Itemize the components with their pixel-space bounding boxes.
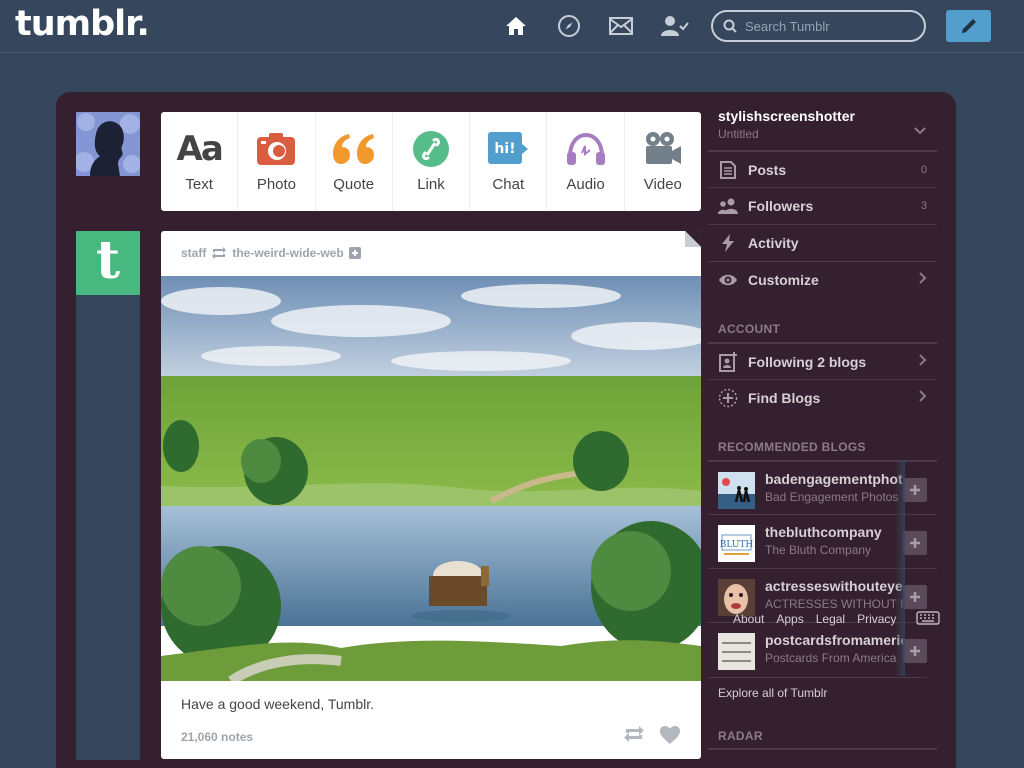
tumblr-logo[interactable]: tumblr. [15, 4, 150, 44]
chevron-right-icon [919, 353, 927, 371]
sidebar-blog[interactable]: stylishscreenshotter Untitled [718, 108, 938, 141]
pencil-icon [961, 19, 976, 33]
post-image[interactable] [161, 276, 701, 681]
sidebar-item-activity[interactable]: Activity [708, 224, 937, 261]
video-icon [644, 130, 682, 168]
headphones-icon [566, 130, 606, 168]
sidebar-item-customize[interactable]: Customize [708, 261, 937, 298]
top-header: tumblr. [0, 0, 1024, 53]
plus-icon [910, 485, 920, 495]
blog-thumbnail: BLUTH [718, 525, 755, 562]
plus-icon [910, 538, 920, 548]
follow-button[interactable] [903, 585, 927, 609]
footer-link-privacy[interactable]: Privacy [857, 612, 896, 626]
post-type-bar: Aa Text Photo Quote Link hi! Chat Audio [161, 112, 701, 211]
recommended-heading: RECOMMENDED BLOGS [718, 440, 866, 454]
keyboard-icon[interactable] [916, 611, 940, 630]
post-type-video[interactable]: Video [625, 112, 701, 211]
like-button[interactable] [659, 725, 681, 745]
mail-icon[interactable] [608, 13, 634, 39]
followers-icon [718, 196, 738, 216]
search-box[interactable] [711, 10, 926, 42]
radar-heading: RADAR [718, 729, 763, 743]
sidebar-item-posts[interactable]: Posts 0 [708, 150, 937, 187]
plus-icon [910, 646, 920, 656]
post-type-text[interactable]: Aa Text [161, 112, 239, 211]
staff-avatar[interactable]: t [76, 231, 140, 295]
scroll-fade [895, 460, 905, 676]
radar-divider [708, 748, 937, 750]
eye-icon [718, 270, 738, 290]
follow-button[interactable] [903, 639, 927, 663]
follow-button[interactable] [903, 478, 927, 502]
explore-link[interactable]: Explore all of Tumblr [708, 677, 927, 700]
blog-title: Untitled [718, 127, 759, 141]
search-input[interactable] [745, 18, 915, 34]
find-blogs-icon [718, 388, 738, 408]
sidebar-item-find-blogs[interactable]: Find Blogs [708, 379, 937, 416]
chevron-right-icon [919, 271, 927, 289]
sidebar-item-followers[interactable]: Followers 3 [708, 187, 937, 224]
account-icon[interactable] [660, 13, 690, 39]
post-caption: Have a good weekend, Tumblr. [181, 696, 375, 712]
quote-icon [332, 130, 375, 168]
post-fold-corner [685, 231, 701, 247]
svg-text:BLUTH: BLUTH [720, 540, 754, 550]
following-icon [718, 351, 738, 372]
post-type-quote[interactable]: Quote [316, 112, 393, 211]
post-actions [623, 725, 681, 745]
post-author[interactable]: staff [181, 246, 206, 260]
footer-link-about[interactable]: About [733, 612, 764, 626]
posts-count: 0 [920, 163, 927, 176]
blog-thumbnail [718, 633, 755, 670]
camera-icon [257, 130, 296, 168]
post-type-link[interactable]: Link [393, 112, 471, 211]
reblogged-from[interactable]: the-weird-wide-web [232, 246, 343, 260]
footer-link-legal[interactable]: Legal [816, 612, 845, 626]
search-icon [723, 19, 737, 33]
user-avatar[interactable] [76, 112, 140, 176]
blog-name: stylishscreenshotter [718, 108, 855, 124]
home-icon[interactable] [503, 13, 529, 39]
post-type-chat[interactable]: hi! Chat [470, 112, 548, 211]
blog-menu-chevron-icon[interactable] [914, 122, 926, 140]
compose-button[interactable] [946, 10, 991, 42]
footer-links: About Apps Legal Privacy [733, 612, 896, 626]
post-type-audio[interactable]: Audio [547, 112, 625, 211]
post-notes[interactable]: 21,060 notes [181, 730, 253, 744]
posts-icon [718, 160, 738, 180]
chevron-right-icon [919, 389, 927, 407]
compass-icon[interactable] [556, 13, 582, 39]
sidebar-item-following[interactable]: Following 2 blogs [708, 342, 937, 379]
post-header: staff the-weird-wide-web [181, 246, 361, 260]
plus-icon [910, 592, 920, 602]
link-icon [412, 130, 449, 168]
reblog-button[interactable] [623, 725, 645, 743]
svg-text:hi!: hi! [495, 141, 516, 157]
account-heading: ACCOUNT [718, 322, 781, 336]
reblog-icon [212, 247, 227, 259]
dashboard-post: staff the-weird-wide-web Have a good wee… [161, 231, 701, 759]
lightning-icon [718, 233, 738, 253]
follow-plus-icon[interactable] [348, 247, 361, 259]
follow-button[interactable] [903, 531, 927, 555]
post-type-photo[interactable]: Photo [238, 112, 316, 211]
text-icon: Aa [176, 129, 224, 169]
followers-count: 3 [920, 200, 927, 212]
footer-link-apps[interactable]: Apps [776, 612, 803, 626]
blog-thumbnail [718, 472, 755, 509]
blog-thumbnail [718, 579, 755, 616]
avatar-column [76, 295, 140, 760]
chat-icon: hi! [488, 130, 529, 168]
